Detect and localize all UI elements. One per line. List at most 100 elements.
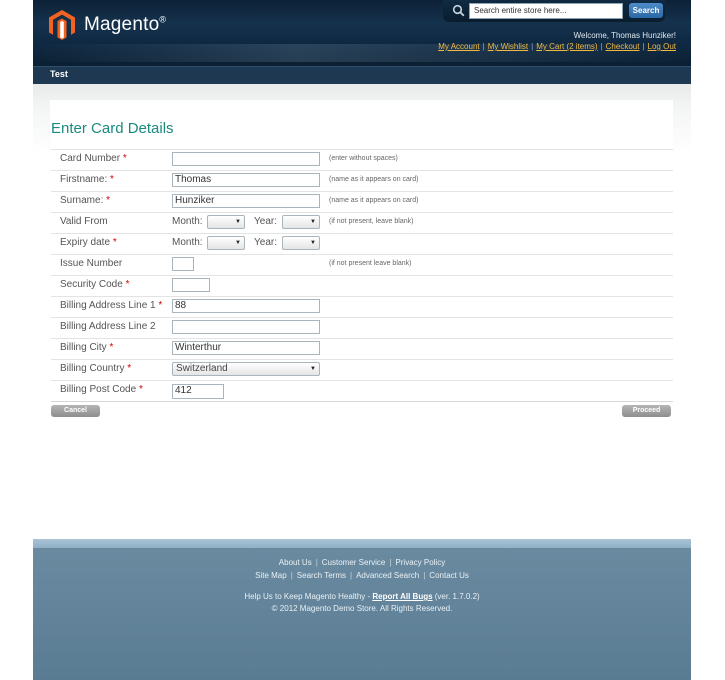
form-row-expiry-date: Expiry date * Month: ▼ Year: ▼ — [51, 233, 673, 254]
required-marker: * — [125, 279, 130, 290]
card-number-label: Card Number * — [60, 153, 127, 164]
chevron-down-icon: ▼ — [310, 366, 316, 372]
billing-city-label: Billing City * — [60, 342, 114, 353]
checkout-link[interactable]: Checkout — [606, 42, 640, 51]
logo[interactable]: Magento® — [49, 10, 166, 40]
form-row-billing-country: Billing Country * Switzerland ▼ — [51, 359, 673, 380]
billing-post-code-label: Billing Post Code * — [60, 384, 143, 395]
firstname-hint: (name as it appears on card) — [329, 176, 419, 183]
form-row-issue-number: Issue Number (if not present leave blank… — [51, 254, 673, 275]
expiry-date-label: Expiry date * — [60, 237, 117, 248]
chevron-down-icon: ▼ — [235, 219, 241, 225]
copyright: © 2012 Magento Demo Store. All Rights Re… — [271, 604, 453, 613]
card-number-input[interactable] — [172, 152, 320, 166]
expiry-year-select[interactable]: ▼ — [282, 236, 320, 250]
registered-mark: ® — [159, 14, 167, 25]
valid-from-year-select[interactable]: ▼ — [282, 215, 320, 229]
welcome-message: Welcome, Thomas Hunziker! — [573, 31, 676, 40]
footer-help: Help Us to Keep Magento Healthy - Report… — [33, 592, 691, 601]
version-text: (ver. 1.7.0.2) — [432, 592, 480, 601]
security-code-label: Security Code * — [60, 279, 130, 290]
privacy-policy-link[interactable]: Privacy Policy — [395, 558, 445, 567]
expiry-year-label: Year: — [254, 237, 277, 248]
page-title: Enter Card Details — [51, 120, 174, 137]
issue-number-input[interactable] — [172, 257, 194, 271]
form-row-surname: Surname: * Hunziker (name as it appears … — [51, 191, 673, 212]
nav-item-test[interactable]: Test — [50, 69, 68, 79]
chevron-down-icon: ▼ — [310, 240, 316, 246]
surname-label: Surname: * — [60, 195, 111, 206]
chevron-down-icon: ▼ — [310, 219, 316, 225]
firstname-label: Firstname: * — [60, 174, 114, 185]
required-marker: * — [112, 237, 117, 248]
surname-input[interactable]: Hunziker — [172, 194, 320, 208]
billing-address-2-input[interactable] — [172, 320, 320, 334]
valid-from-month-select[interactable]: ▼ — [207, 215, 245, 229]
required-marker: * — [110, 174, 114, 185]
search-input[interactable]: Search entire store here... — [469, 3, 623, 19]
footer: About Us | Customer Service | Privacy Policy… — [33, 548, 691, 680]
footer-links-row-2: Site Map | Search Terms | Advanced Search | Co… — [255, 571, 469, 580]
billing-address-1-input[interactable]: 88 — [172, 299, 320, 313]
magento-logo-icon — [49, 10, 75, 40]
footer-divider — [33, 539, 691, 548]
logo-text: Magento® — [84, 14, 166, 36]
help-text: Help Us to Keep Magento Healthy - — [244, 592, 373, 601]
security-code-input[interactable] — [172, 278, 210, 292]
form-row-billing-address-1: Billing Address Line 1 * 88 — [51, 296, 673, 317]
account-links: My Account | My Wishlist | My Cart (2 items)… — [438, 42, 676, 51]
report-bugs-link[interactable]: Report All Bugs — [372, 592, 432, 601]
contact-us-link[interactable]: Contact Us — [429, 571, 469, 580]
firstname-input[interactable]: Thomas — [172, 173, 320, 187]
form-row-firstname: Firstname: * Thomas (name as it appears … — [51, 170, 673, 191]
surname-hint: (name as it appears on card) — [329, 197, 419, 204]
expiry-month-label: Month: — [172, 237, 203, 248]
issue-number-label: Issue Number — [60, 258, 123, 269]
log-out-link[interactable]: Log Out — [648, 42, 676, 51]
my-cart-link[interactable]: My Cart (2 items) — [536, 42, 597, 51]
required-marker: * — [138, 384, 143, 395]
expiry-month-select[interactable]: ▼ — [207, 236, 245, 250]
billing-post-code-input[interactable]: 412 — [172, 384, 224, 399]
required-marker: * — [127, 363, 132, 374]
my-wishlist-link[interactable]: My Wishlist — [488, 42, 528, 51]
required-marker: * — [106, 195, 111, 206]
my-account-link[interactable]: My Account — [438, 42, 479, 51]
card-details-form: Card Number * (enter without spaces) Fir… — [51, 149, 673, 402]
valid-from-label: Valid From — [60, 216, 108, 227]
required-marker: * — [158, 300, 163, 311]
billing-address-1-label: Billing Address Line 1 * — [60, 300, 163, 311]
billing-address-2-label: Billing Address Line 2 — [60, 321, 156, 332]
advanced-search-link[interactable]: Advanced Search — [356, 571, 419, 580]
valid-from-year-label: Year: — [254, 216, 277, 227]
cancel-button[interactable]: Cancel — [51, 405, 100, 417]
required-marker: * — [109, 342, 114, 353]
main-nav: Test — [33, 66, 691, 84]
search-button[interactable]: Search — [629, 3, 663, 18]
valid-from-month-label: Month: — [172, 216, 203, 227]
page: Magento® Search entire store here... Sea… — [33, 0, 691, 680]
site-map-link[interactable]: Site Map — [255, 571, 287, 580]
search-icon — [452, 4, 465, 17]
card-number-hint: (enter without spaces) — [329, 155, 398, 162]
form-row-billing-address-2: Billing Address Line 2 — [51, 317, 673, 338]
form-row-valid-from: Valid From Month: ▼ Year: ▼ (if not pres… — [51, 212, 673, 233]
issue-number-hint: (if not present leave blank) — [329, 260, 412, 267]
customer-service-link[interactable]: Customer Service — [322, 558, 386, 567]
search-bar: Search entire store here... Search — [443, 0, 665, 22]
proceed-button[interactable]: Proceed — [622, 405, 671, 417]
billing-city-input[interactable]: Winterthur — [172, 341, 320, 355]
about-us-link[interactable]: About Us — [279, 558, 312, 567]
form-row-card-number: Card Number * (enter without spaces) — [51, 149, 673, 170]
chevron-down-icon: ▼ — [235, 240, 241, 246]
logo-wordmark: Magento — [84, 14, 160, 35]
billing-country-label: Billing Country * — [60, 363, 132, 374]
footer-links-row-1: About Us | Customer Service | Privacy Policy — [278, 558, 446, 567]
valid-from-hint: (if not present, leave blank) — [329, 218, 414, 225]
form-row-billing-city: Billing City * Winterthur — [51, 338, 673, 359]
form-row-billing-post-code: Billing Post Code * 412 — [51, 380, 673, 402]
billing-country-select[interactable]: Switzerland ▼ — [172, 362, 320, 376]
required-marker: * — [122, 153, 127, 164]
search-terms-link[interactable]: Search Terms — [297, 571, 346, 580]
header: Magento® Search entire store here... Sea… — [33, 0, 691, 66]
